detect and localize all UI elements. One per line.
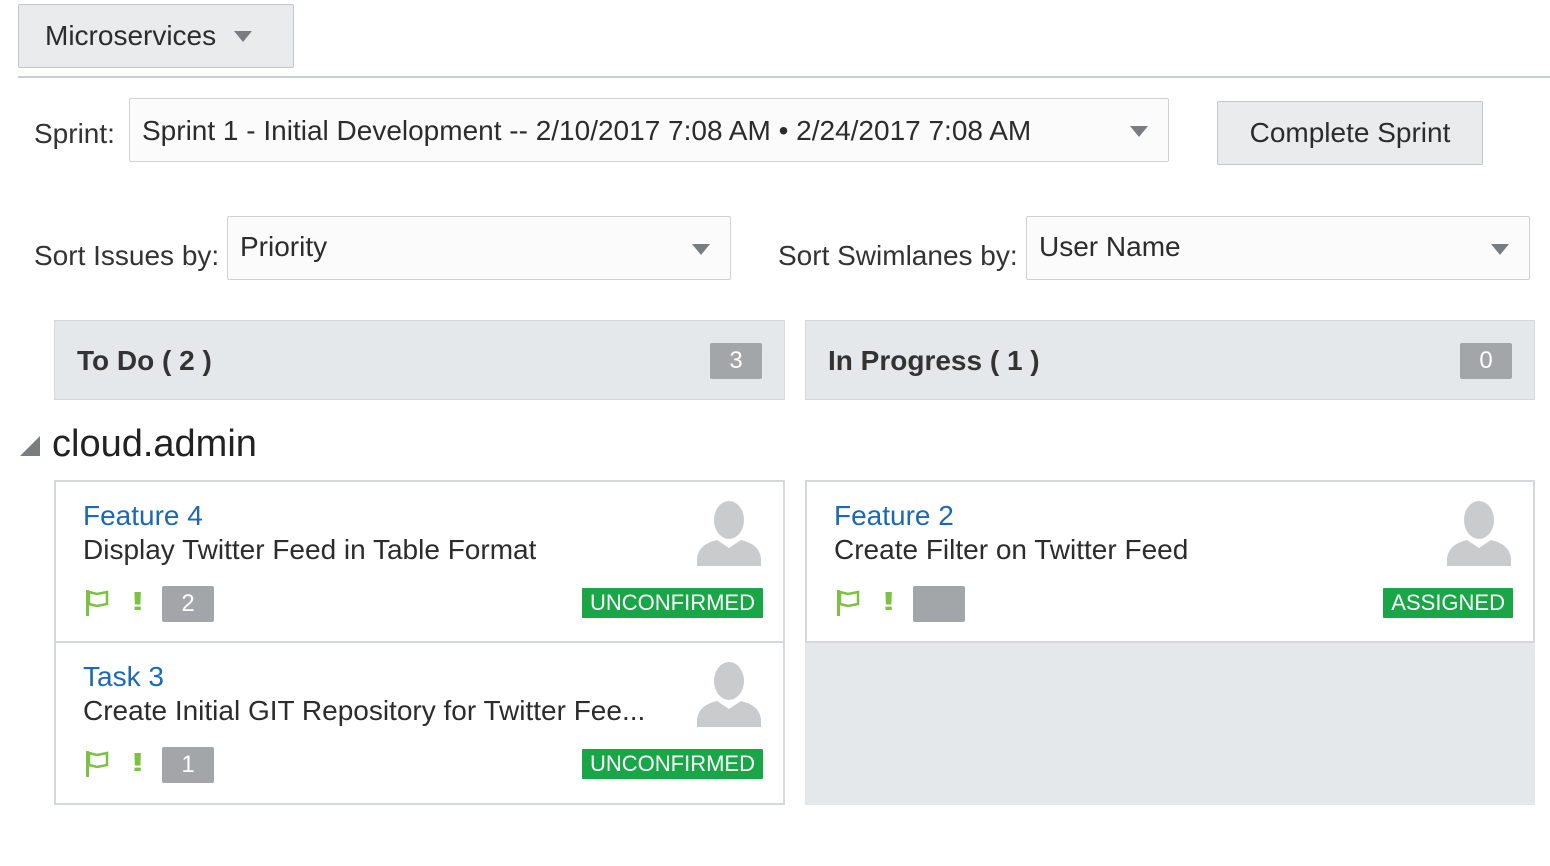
priority-icon: !! [132,747,144,777]
project-dropdown[interactable]: Microservices [18,4,294,68]
sort-issues-value: Priority [240,231,328,262]
user-avatar-icon [697,662,761,727]
story-points-badge: 1 [162,747,214,783]
sort-issues-label: Sort Issues by: [34,240,220,271]
sort-swimlanes-select[interactable]: User Name [1026,216,1530,280]
chevron-down-icon [1491,244,1509,255]
issue-card[interactable]: Feature 2 Create Filter on Twitter Feed … [805,480,1535,643]
chevron-down-icon [1130,126,1148,137]
column-count-badge: 0 [1460,343,1512,379]
issue-card[interactable]: Feature 4 Display Twitter Feed in Table … [54,480,785,643]
issue-summary: Create Initial GIT Repository for Twitte… [83,695,646,726]
story-points-badge: 2 [162,586,214,622]
flag-icon [86,751,109,777]
chevron-down-icon [692,244,710,255]
priority-icon: !! [883,586,895,616]
collapse-triangle-icon[interactable] [20,436,40,456]
sort-issues-select[interactable]: Priority [227,216,731,280]
flag-icon [837,590,860,616]
issue-summary: Create Filter on Twitter Feed [834,534,1189,565]
issue-id-link[interactable]: Feature 2 [834,500,954,532]
swimlane-name: cloud.admin [52,423,257,465]
priority-icon: !! [132,586,144,616]
story-points-badge [913,586,965,622]
sprint-select-value: Sprint 1 - Initial Development -- 2/10/2… [142,115,1032,146]
divider [18,76,1550,78]
user-avatar-icon [1447,501,1511,566]
status-badge: UNCONFIRMED [582,749,763,779]
sort-swimlanes-label: Sort Swimlanes by: [778,240,1018,271]
status-badge: ASSIGNED [1383,588,1513,618]
column-title: To Do ( 2 ) [77,345,212,376]
column-header-todo: To Do ( 2 ) 3 [54,320,785,400]
sprint-select[interactable]: Sprint 1 - Initial Development -- 2/10/2… [129,98,1169,162]
user-avatar-icon [697,501,761,566]
column-count-badge: 3 [710,343,762,379]
status-badge: UNCONFIRMED [582,588,763,618]
sort-swimlanes-value: User Name [1039,231,1181,262]
issue-summary: Display Twitter Feed in Table Format [83,534,537,565]
issue-id-link[interactable]: Feature 4 [83,500,203,532]
issue-card[interactable]: Task 3 Create Initial GIT Repository for… [54,641,785,805]
column-header-in-progress: In Progress ( 1 ) 0 [805,320,1535,400]
project-label: Microservices [45,20,217,51]
issue-id-link[interactable]: Task 3 [83,661,164,693]
complete-sprint-button[interactable]: Complete Sprint [1217,101,1483,165]
column-title: In Progress ( 1 ) [828,345,1040,376]
flag-icon [86,590,109,616]
sprint-label: Sprint: [34,118,115,149]
chevron-down-icon [234,30,253,42]
